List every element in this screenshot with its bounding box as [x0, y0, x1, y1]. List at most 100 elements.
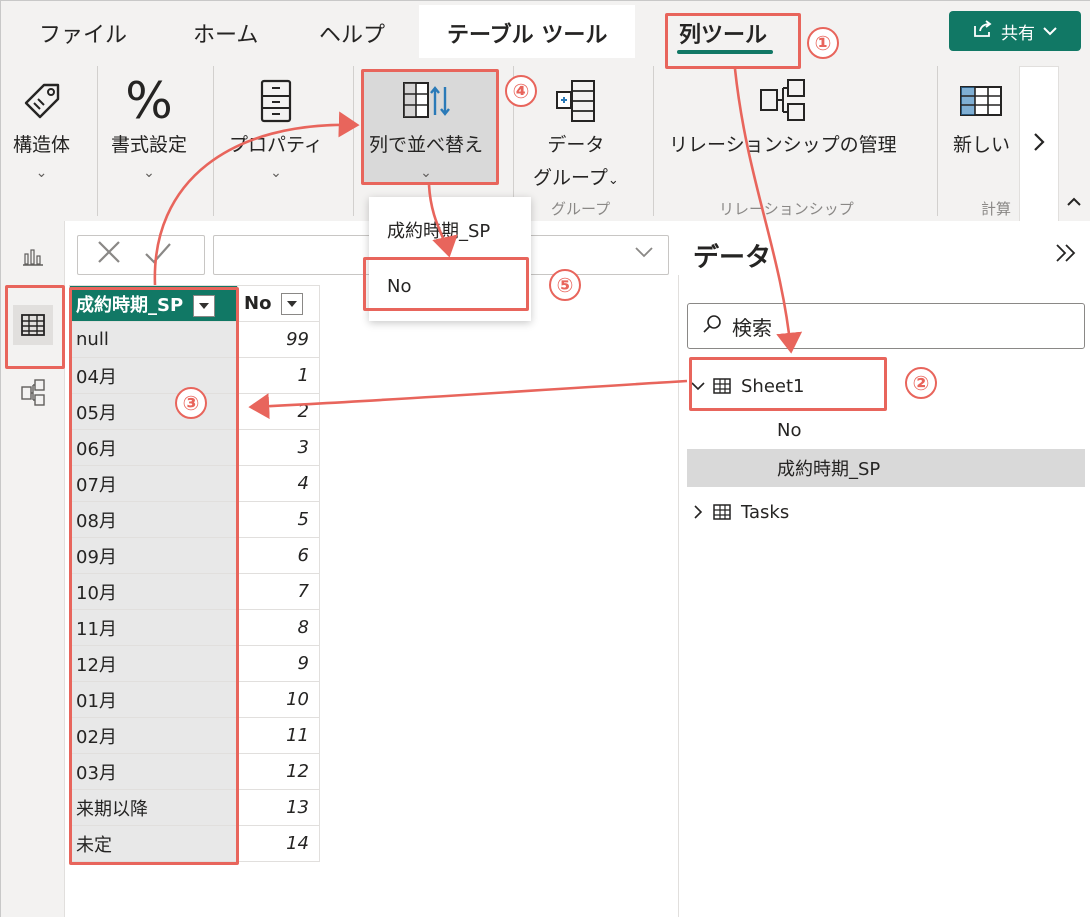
cell-seiyaku[interactable]: 01月 [69, 681, 238, 718]
cell-seiyaku[interactable]: 10月 [69, 573, 238, 610]
ribbon: 構造体 ⌄ % 書式設定 ⌄ プロパティ ⌄ 列で並べ替え ⌄ データ グループ… [1, 58, 1090, 224]
table-row[interactable]: 01月 10 [69, 681, 320, 718]
cell-no[interactable]: 14 [237, 825, 320, 862]
chevron-down-icon [1043, 21, 1057, 41]
format-button[interactable]: % 書式設定 ⌄ [111, 72, 187, 181]
cell-seiyaku[interactable]: 02月 [69, 717, 238, 754]
field-label: 成約時期_SP [777, 459, 881, 480]
table-row[interactable]: 07月 4 [69, 465, 320, 502]
cell-no[interactable]: 9 [237, 645, 320, 682]
cell-no[interactable]: 11 [237, 717, 320, 754]
menu-item-no[interactable]: No [369, 261, 531, 311]
divider [937, 66, 938, 216]
cell-no[interactable]: 12 [237, 753, 320, 790]
field-no[interactable]: No [687, 411, 1085, 449]
cell-seiyaku[interactable]: 07月 [69, 465, 238, 502]
table-row[interactable]: 06月 3 [69, 429, 320, 466]
expand-pane-icon[interactable] [1055, 241, 1077, 269]
share-button[interactable]: 共有 [949, 11, 1081, 51]
step-3-badge: ③ [175, 387, 207, 419]
properties-button[interactable]: プロパティ ⌄ [229, 72, 323, 181]
step-1-badge: ① [807, 27, 839, 59]
cell-no[interactable]: 2 [237, 393, 320, 430]
cell-seiyaku[interactable]: null [69, 321, 238, 358]
cell-no[interactable]: 13 [237, 789, 320, 826]
chevron-down-icon[interactable] [634, 242, 654, 263]
cell-no[interactable]: 4 [237, 465, 320, 502]
cell-no[interactable]: 7 [237, 573, 320, 610]
table-row[interactable]: 08月 5 [69, 501, 320, 538]
field-seiyaku-selected[interactable]: 成約時期_SP [687, 449, 1085, 487]
cell-no[interactable]: 99 [237, 321, 320, 358]
menu-item-seiyaku[interactable]: 成約時期_SP [369, 205, 531, 255]
cell-no[interactable]: 6 [237, 537, 320, 574]
table-node-sheet1[interactable]: Sheet1 [687, 367, 1085, 405]
table-row[interactable]: 09月 6 [69, 537, 320, 574]
tab-help[interactable]: ヘルプ [319, 17, 385, 49]
table-name: Tasks [741, 501, 790, 523]
cell-seiyaku[interactable]: 06月 [69, 429, 238, 466]
tab-column-tools[interactable]: 列ツール [679, 17, 767, 49]
new-column-button[interactable]: 新しい [953, 72, 1017, 157]
tag-icon [14, 72, 70, 130]
cell-seiyaku[interactable]: 04月 [69, 357, 238, 394]
cell-seiyaku[interactable]: 09月 [69, 537, 238, 574]
cell-no[interactable]: 10 [237, 681, 320, 718]
table-row[interactable]: 02月 11 [69, 717, 320, 754]
sort-by-column-button[interactable]: 列で並べ替え ⌄ [369, 72, 483, 181]
table-row[interactable]: 11月 8 [69, 609, 320, 646]
cell-seiyaku[interactable]: 03月 [69, 753, 238, 790]
divider [653, 66, 654, 216]
close-icon[interactable] [96, 239, 122, 272]
table-icon [713, 378, 731, 394]
cell-seiyaku[interactable]: 来期以降 [69, 789, 238, 826]
format-label: 書式設定 [111, 134, 188, 156]
collapse-ribbon-icon[interactable] [1067, 192, 1081, 211]
cell-no[interactable]: 8 [237, 609, 320, 646]
ribbon-scroll-right-button[interactable] [1019, 66, 1059, 224]
filter-dropdown-icon[interactable] [193, 294, 216, 317]
data-table: 成約時期_SP No null 99 04月 1 05月 2 06月 3 07月 4 08月 5 09月… [69, 285, 320, 862]
table-row[interactable]: 12月 9 [69, 645, 320, 682]
search-input[interactable]: 検索 [687, 303, 1085, 349]
active-tab-indicator [677, 50, 773, 54]
table-row[interactable]: 来期以降 13 [69, 789, 320, 826]
table-row[interactable]: null 99 [69, 321, 320, 358]
tab-home[interactable]: ホーム [193, 17, 258, 49]
manage-relationships-label: リレーションシップの管理 [669, 134, 897, 156]
cell-no[interactable]: 1 [237, 357, 320, 394]
data-group-label-2: グループ⌄ [533, 167, 619, 189]
structure-button[interactable]: 構造体 ⌄ [13, 72, 70, 181]
chevron-down-icon[interactable] [687, 381, 709, 391]
cell-seiyaku[interactable]: 05月 [69, 393, 238, 430]
relationships-icon [755, 72, 811, 130]
search-placeholder: 検索 [732, 315, 772, 340]
tab-file[interactable]: ファイル [39, 17, 127, 49]
data-group-button[interactable]: データ グループ⌄ [533, 72, 619, 190]
field-label: No [777, 419, 802, 441]
table-view-icon[interactable] [13, 305, 53, 345]
filter-dropdown-icon[interactable] [281, 292, 304, 315]
cell-seiyaku[interactable]: 12月 [69, 645, 238, 682]
model-view-icon[interactable] [15, 375, 51, 411]
divider [97, 66, 98, 216]
cell-seiyaku[interactable]: 11月 [69, 609, 238, 646]
tab-table-tools[interactable]: テーブル ツール [419, 5, 636, 58]
cell-no[interactable]: 5 [237, 501, 320, 538]
manage-relationships-button[interactable]: リレーションシップの管理 [669, 72, 897, 157]
column-header-seiyaku[interactable]: 成約時期_SP [69, 285, 238, 322]
cell-no[interactable]: 3 [237, 429, 320, 466]
column-header-no[interactable]: No [237, 285, 320, 322]
table-row[interactable]: 03月 12 [69, 753, 320, 790]
chevron-right-icon[interactable] [687, 505, 709, 519]
new-column-label: 新しい [953, 134, 1011, 156]
table-row[interactable]: 10月 7 [69, 573, 320, 610]
report-view-icon[interactable] [15, 239, 51, 275]
cell-seiyaku[interactable]: 未定 [69, 825, 238, 862]
table-node-tasks[interactable]: Tasks [687, 493, 1085, 531]
table-row[interactable]: 未定 14 [69, 825, 320, 862]
data-group-icon [548, 72, 604, 130]
checkmark-icon[interactable] [144, 239, 172, 272]
cell-seiyaku[interactable]: 08月 [69, 501, 238, 538]
group-label-calc: 計算 [981, 200, 1012, 218]
